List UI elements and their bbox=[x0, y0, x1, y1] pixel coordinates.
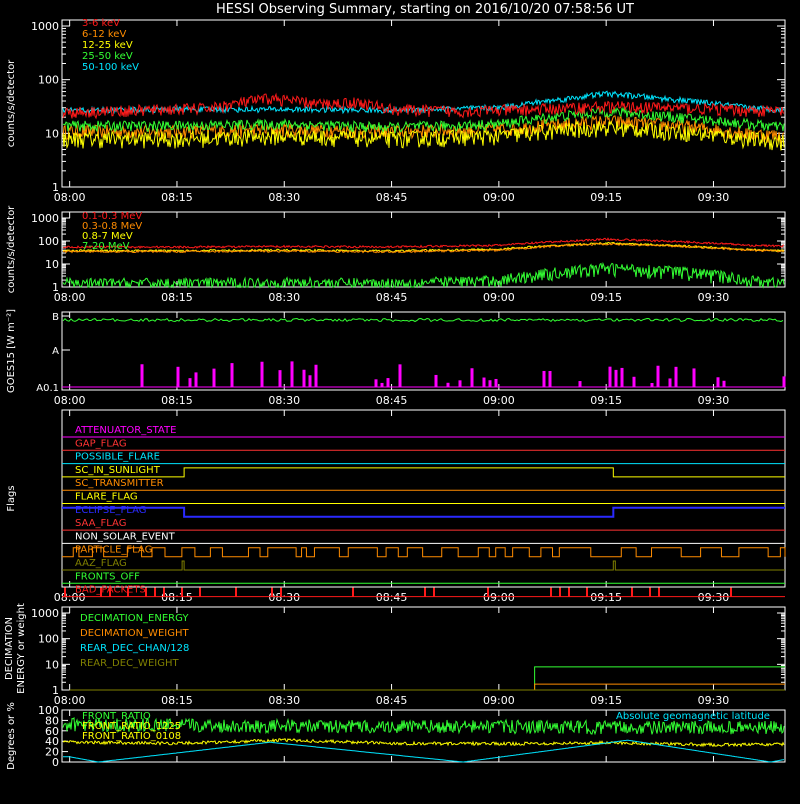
panel5-ytick-label: 10 bbox=[45, 658, 59, 671]
panel1-ytick-label: 1 bbox=[52, 181, 59, 194]
panel2-ytick-label: 10 bbox=[45, 258, 59, 271]
panel3-xtick-label: 09:15 bbox=[590, 394, 622, 407]
panel1-xtick-label: 09:30 bbox=[698, 191, 730, 204]
panel1-ytick-label: 100 bbox=[38, 74, 59, 87]
summary-chart-svg: HESSI Observing Summary, starting on 201… bbox=[4, 2, 786, 770]
panel5-ytick-label: 1000 bbox=[31, 607, 59, 620]
panel3-ytick-label: A bbox=[52, 346, 59, 357]
panel4-flag-label-3: SC_IN_SUNLIGHT bbox=[75, 465, 161, 476]
panel6-ylabel: Degrees or % bbox=[6, 702, 17, 770]
panel4-flag-label-8: NON_SOLAR_EVENT bbox=[75, 531, 176, 542]
panel4-xtick-label: 09:15 bbox=[590, 591, 622, 604]
panel5-legend-1: DECIMATION_WEIGHT bbox=[80, 628, 189, 639]
panel2-ytick-label: 1 bbox=[52, 281, 59, 294]
panel4-flag-line-3 bbox=[62, 467, 785, 478]
panel5-legend-0: DECIMATION_ENERGY bbox=[80, 613, 189, 624]
panel4-xtick-label: 08:30 bbox=[268, 591, 300, 604]
panel4-flag-label-5: FLARE_FLAG bbox=[75, 492, 138, 503]
panel3-xtick-label: 09:00 bbox=[483, 394, 515, 407]
panel1-xtick-label: 09:15 bbox=[590, 191, 622, 204]
panel2-ylabel: counts/s/detector bbox=[6, 205, 17, 293]
panel1-xtick-label: 08:15 bbox=[161, 191, 193, 204]
panel1-ytick-label: 1000 bbox=[31, 20, 59, 33]
panel4-flag-label-4: SC_TRANSMITTER bbox=[75, 478, 164, 489]
panel5-xtick-label: 08:30 bbox=[268, 694, 300, 707]
panel5-ylabel: DECIMATION bbox=[4, 617, 15, 680]
panel5-legend-2: REAR_DEC_CHAN/128 bbox=[80, 643, 189, 654]
panel1-legend-4: 50-100 keV bbox=[82, 62, 139, 73]
panel1-xtick-label: 08:45 bbox=[376, 191, 408, 204]
panel3-ytick-label: B bbox=[52, 312, 59, 323]
panel5-legend-3: REAR_DEC_WEIGHT bbox=[80, 658, 179, 669]
panel1-xtick-label: 08:30 bbox=[268, 191, 300, 204]
observing-summary-figure: HESSI Observing Summary, starting on 201… bbox=[0, 0, 800, 800]
panel4-flag-label-2: POSSIBLE_FLARE bbox=[75, 452, 160, 463]
panel1-frame bbox=[61, 19, 786, 188]
panel3-xtick-label: 08:15 bbox=[161, 394, 193, 407]
panel2-xtick-label: 09:30 bbox=[698, 291, 730, 304]
panel4-flag-label-9: PARTICLE_FLAG bbox=[75, 545, 152, 556]
panel1-ylabel: counts/s/detector bbox=[6, 59, 17, 147]
panel2-xtick-label: 08:30 bbox=[268, 291, 300, 304]
panel5-xtick-label: 09:30 bbox=[698, 694, 730, 707]
panel2-legend-3: 7-20 MeV bbox=[82, 241, 130, 252]
panel5-xtick-label: 09:15 bbox=[590, 694, 622, 707]
panel2-ytick-label: 100 bbox=[38, 235, 59, 248]
panel3-xtick-label: 08:00 bbox=[54, 394, 86, 407]
panel4-xtick-label: 08:15 bbox=[161, 591, 193, 604]
panel4-flag-label-10: AAZ_FLAG bbox=[75, 558, 127, 569]
panel2-xtick-label: 08:15 bbox=[161, 291, 193, 304]
panel2-xtick-label: 09:00 bbox=[483, 291, 515, 304]
panel1-ytick-label: 10 bbox=[45, 127, 59, 140]
chart-title: HESSI Observing Summary, starting on 201… bbox=[216, 2, 634, 17]
panel4-flag-label-1: GAP_FLAG bbox=[75, 438, 127, 449]
panel3-xtick-label: 08:30 bbox=[268, 394, 300, 407]
panel2-series-3 bbox=[62, 261, 785, 289]
panel4-flag-label-11: FRONTS_OFF bbox=[75, 571, 140, 582]
panel5-xtick-label: 09:00 bbox=[483, 694, 515, 707]
panel6-ytick-label: 100 bbox=[38, 704, 59, 717]
panel1-legend-0: 3-6 keV bbox=[82, 18, 120, 29]
panel2-xtick-label: 08:45 bbox=[376, 291, 408, 304]
panel6-legend-2: FRONT_RATIO_0108 bbox=[82, 731, 181, 742]
panel1-series-4 bbox=[62, 90, 785, 115]
panel4-flag-line-6 bbox=[62, 506, 785, 518]
panel4-flag-label-7: SAA_FLAG bbox=[75, 518, 126, 529]
panel4-flag-line-10 bbox=[62, 560, 785, 571]
panel5-ytick-label: 1 bbox=[52, 684, 59, 697]
panel4-xtick-label: 09:30 bbox=[698, 591, 730, 604]
panel1-legend-2: 12-25 keV bbox=[82, 40, 133, 51]
panel2-xtick-label: 09:15 bbox=[590, 291, 622, 304]
panel5-ytick-label: 100 bbox=[38, 633, 59, 646]
panel3-xtick-label: 08:45 bbox=[376, 394, 408, 407]
panel5-xtick-label: 08:45 bbox=[376, 694, 408, 707]
panel4-flag-label-6: ECLIPSE_FLAG bbox=[75, 505, 146, 516]
panel3-ylabel: GOES15 [W m⁻²] bbox=[6, 309, 17, 393]
panel3-goes-line bbox=[62, 317, 784, 323]
panel1-series-0 bbox=[62, 92, 785, 120]
panel1-legend-1: 6-12 keV bbox=[82, 29, 126, 40]
panel5-xtick-label: 08:15 bbox=[161, 694, 193, 707]
panel5-ylabel-2: ENERGY or weight bbox=[16, 603, 27, 694]
panel6-annotation: Absolute geomagnetic latitude bbox=[616, 711, 770, 722]
panel2-ytick-label: 1000 bbox=[31, 212, 59, 225]
panel4-flag-line-9 bbox=[62, 547, 786, 558]
panel3-xtick-label: 09:30 bbox=[698, 394, 730, 407]
panel1-legend-3: 25-50 keV bbox=[82, 51, 133, 62]
panel1-xtick-label: 09:00 bbox=[483, 191, 515, 204]
panel4-ylabel: Flags bbox=[6, 485, 17, 511]
panel4-flag-label-0: ATTENUATOR_STATE bbox=[75, 425, 176, 436]
panel4-xtick-label: 08:45 bbox=[376, 591, 408, 604]
panel3-ytick-label: A0.1 bbox=[36, 383, 59, 394]
